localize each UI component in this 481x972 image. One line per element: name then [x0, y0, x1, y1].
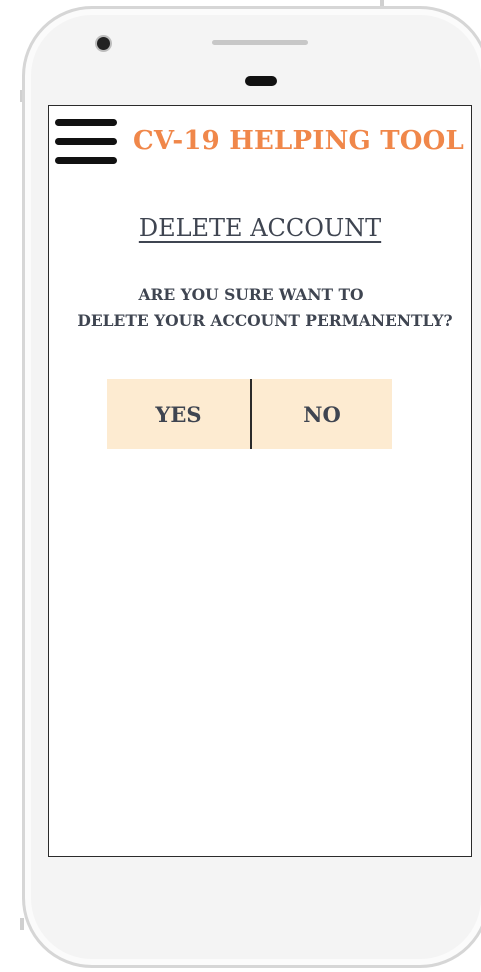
- no-button[interactable]: NO: [252, 379, 392, 449]
- question-line-1: ARE YOU SURE WANT TO: [138, 285, 364, 304]
- app-title: CV-19 HELPING TOOL: [133, 126, 464, 156]
- app-screen: CV-19 HELPING TOOL DELETE ACCOUNT ARE YO…: [48, 105, 472, 857]
- phone-side-button-lower: [20, 918, 24, 930]
- proximity-sensor: [245, 76, 277, 86]
- hamburger-menu-icon[interactable]: [55, 119, 117, 165]
- front-camera: [97, 37, 110, 50]
- confirmation-buttons: YES NO: [107, 379, 392, 449]
- device-frame: CV-19 HELPING TOOL DELETE ACCOUNT ARE YO…: [0, 0, 481, 972]
- confirmation-question: ARE YOU SURE WANT TO DELETE YOUR ACCOUNT…: [49, 282, 471, 334]
- question-line-2: DELETE YOUR ACCOUNT PERMANENTLY?: [77, 311, 453, 330]
- earpiece-speaker: [212, 40, 308, 45]
- page-title: DELETE ACCOUNT: [138, 214, 382, 242]
- yes-button[interactable]: YES: [107, 379, 250, 449]
